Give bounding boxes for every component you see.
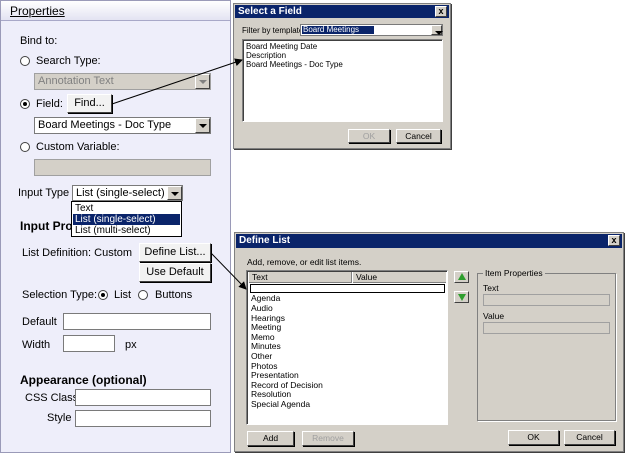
find-to-dialog-arrow bbox=[111, 58, 243, 105]
define-list-to-dialog-arrow bbox=[210, 252, 247, 290]
connector-arrows bbox=[111, 58, 247, 290]
